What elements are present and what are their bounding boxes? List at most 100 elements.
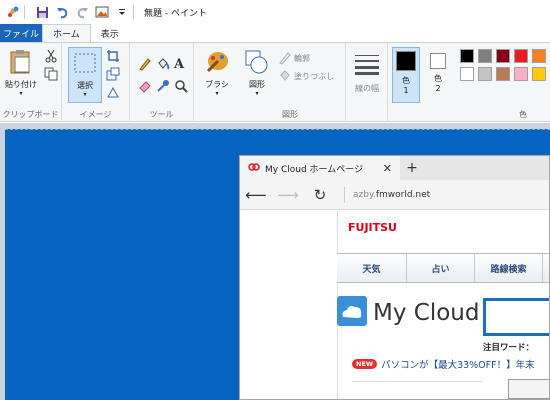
mycloud-brand: My Cloud xyxy=(337,296,479,329)
color1-button[interactable]: 色 1 xyxy=(392,47,420,103)
resize-icon[interactable] xyxy=(106,67,120,81)
image-group-label: イメージ xyxy=(79,110,112,119)
browser-tab-bar: My Cloud ホームページ ✕ + xyxy=(240,156,549,180)
color1-number: 1 xyxy=(403,86,409,95)
save-icon[interactable] xyxy=(35,5,49,19)
close-tab-icon: ✕ xyxy=(382,161,392,175)
outline-label[interactable]: 輪郭 xyxy=(294,53,310,64)
customize-dropdown-icon[interactable] xyxy=(115,5,129,19)
shapes-icon xyxy=(245,49,269,77)
window-title: 無題 - ペイント xyxy=(144,8,207,19)
brush-dropdown-icon: ▾ xyxy=(215,90,219,97)
brush-label: ブラシ xyxy=(205,80,229,89)
mycloud-title: My Cloud xyxy=(373,299,480,326)
color2-swatch xyxy=(430,53,446,69)
eraser-icon[interactable] xyxy=(138,79,152,93)
color2-button[interactable]: 色 2 xyxy=(426,53,450,93)
new-badge: NEW xyxy=(352,359,378,369)
clipboard-group: 貼り付け ▾ クリップボード xyxy=(0,43,62,122)
palette-swatch[interactable] xyxy=(460,49,474,63)
cloud-logo-icon xyxy=(337,296,367,329)
nav-tab-weather: 天気 xyxy=(337,254,407,282)
select-button[interactable]: 選択 ▾ xyxy=(68,47,102,103)
shapes-group: ブラシ ▾ 図形 ▾ 輪郭 塗りつぶし 図形 xyxy=(194,43,346,122)
select-label: 選択 xyxy=(77,81,93,90)
palette-swatch[interactable] xyxy=(478,67,492,81)
promo-text: パソコンが【最大33%OFF！】年末 xyxy=(381,360,535,371)
color2-label: 色 xyxy=(434,74,442,83)
undo-icon[interactable] xyxy=(55,5,69,19)
paste-dropdown-icon: ▾ xyxy=(19,90,23,97)
shapes-label: 図形 xyxy=(249,80,265,89)
colors-group-label: 色 xyxy=(519,110,527,119)
page-search-box xyxy=(483,298,549,336)
color-picker-icon[interactable] xyxy=(156,79,170,93)
browser-tab-title: My Cloud ホームページ xyxy=(265,164,364,175)
nav-tab-more xyxy=(543,254,549,282)
fill-label[interactable]: 塗りつぶし xyxy=(294,71,334,82)
ribbon: 貼り付け ▾ クリップボード 選択 ▾ イメージ A ツール ブラシ ▾ 図形 … xyxy=(0,42,550,122)
color1-swatch xyxy=(396,51,416,71)
palette-swatch[interactable] xyxy=(532,49,546,63)
size-button[interactable]: 線の幅 xyxy=(350,53,384,94)
paste-icon xyxy=(9,49,33,77)
page-nav-tabs: 天気 占い 路線検索 xyxy=(337,253,549,283)
page-bottom-box xyxy=(508,379,549,399)
paint-app-icon[interactable] xyxy=(6,5,20,19)
tab-home[interactable]: ホーム xyxy=(42,24,91,42)
pasted-browser-image: My Cloud ホームページ ✕ + ⟵ ⟶ ↻ azby. fmworld.n… xyxy=(239,155,550,400)
new-tab-icon: + xyxy=(406,160,418,176)
back-arrow-icon: ⟵ xyxy=(245,185,267,204)
quick-access-separator xyxy=(24,5,25,19)
fill-bucket-icon[interactable] xyxy=(156,57,170,71)
paste-label: 貼り付け xyxy=(5,80,37,89)
size-label: 線の幅 xyxy=(355,84,379,93)
browser-nav-bar: ⟵ ⟶ ↻ azby. fmworld.net xyxy=(240,180,549,210)
copy-icon[interactable] xyxy=(44,67,58,81)
color1-label: 色 xyxy=(402,76,410,85)
crop-icon[interactable] xyxy=(106,49,120,63)
palette-swatch[interactable] xyxy=(478,49,492,63)
palette-swatch[interactable] xyxy=(514,67,528,81)
cut-icon[interactable] xyxy=(44,49,58,63)
web-page: FUJITSU 天気 占い 路線検索 My Cloud 注目ワード： NEW パ… xyxy=(240,211,549,399)
magnifier-icon[interactable] xyxy=(174,79,188,93)
browser-tab: My Cloud ホームページ ✕ xyxy=(240,156,400,180)
palette-swatch[interactable] xyxy=(496,67,510,81)
redo-icon[interactable] xyxy=(75,5,89,19)
pencil-icon[interactable] xyxy=(138,57,152,71)
palette-swatch[interactable] xyxy=(460,67,474,81)
palette-swatch[interactable] xyxy=(514,49,528,63)
palette-swatch[interactable] xyxy=(496,49,510,63)
select-dropdown-icon: ▾ xyxy=(83,91,87,98)
size-group: 線の幅 xyxy=(346,43,388,122)
tools-group: A ツール xyxy=(130,43,194,122)
text-tool-icon[interactable]: A xyxy=(174,57,188,72)
rotate-icon[interactable] xyxy=(106,85,120,99)
nav-tab-fortune: 占い xyxy=(407,254,475,282)
palette-swatch[interactable] xyxy=(532,67,546,81)
brush-button[interactable]: ブラシ ▾ xyxy=(200,49,234,97)
line-width-icon xyxy=(354,53,380,77)
title-separator xyxy=(133,5,134,19)
fill-icon[interactable] xyxy=(278,69,292,83)
fujitsu-logo: FUJITSU xyxy=(348,221,397,234)
paste-button[interactable]: 貼り付け ▾ xyxy=(4,49,38,97)
page-bottom-divider xyxy=(352,381,482,399)
image-group: 選択 ▾ イメージ xyxy=(62,43,130,122)
color2-number: 2 xyxy=(435,84,441,93)
address-domain: fmworld.net xyxy=(375,189,431,200)
clipboard-group-label: クリップボード xyxy=(2,110,59,119)
shapes-button[interactable]: 図形 ▾ xyxy=(240,49,274,97)
picture-icon[interactable] xyxy=(95,5,109,19)
forward-arrow-icon: ⟶ xyxy=(277,185,299,204)
mycloud-tab-icon xyxy=(248,162,260,175)
tab-file[interactable]: ファイル xyxy=(0,24,42,42)
tab-view[interactable]: 表示 xyxy=(91,24,129,42)
tools-group-label: ツール xyxy=(149,110,174,119)
promo-line: NEW パソコンが【最大33%OFF！】年末 xyxy=(352,357,535,371)
select-rectangle-icon xyxy=(73,52,97,76)
ribbon-tab-row: ファイル ホーム 表示 xyxy=(0,24,550,42)
outline-icon[interactable] xyxy=(278,51,292,65)
shapes-group-label: 図形 xyxy=(282,110,298,119)
